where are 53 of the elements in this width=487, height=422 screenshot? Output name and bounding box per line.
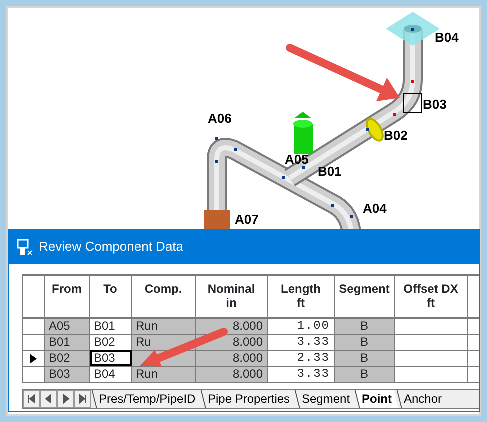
table-cell[interactable] [394,334,468,350]
last-arrow-icon [78,394,88,404]
table-cell[interactable]: B [334,318,394,334]
next-arrow-icon [60,394,70,404]
prev-tab-button[interactable] [40,390,57,408]
row-header[interactable] [22,350,44,366]
table-cell[interactable]: B03 [44,366,90,382]
table-cell[interactable]: B02 [44,350,90,366]
table-cell[interactable]: Run [132,366,196,382]
table-cell[interactable]: Run [132,318,196,334]
table-cell[interactable]: 8.000 [196,350,268,366]
table-cell[interactable]: B [334,366,394,382]
table-cell[interactable] [394,366,468,382]
table-cell[interactable]: 8.000 [196,366,268,382]
node-label: A06 [208,111,232,126]
table-cell[interactable] [394,318,468,334]
first-arrow-icon [26,394,36,404]
node-label: A05 [285,152,309,167]
column-header: Length ft [268,275,334,318]
table-cell[interactable]: B02 [90,334,132,350]
app-icon [17,238,33,256]
table-cell[interactable]: A05 [44,318,90,334]
table-cell[interactable]: B03 [90,350,132,366]
first-tab-button[interactable] [23,390,40,408]
table-cell[interactable]: B [334,334,394,350]
column-header: From [44,275,90,318]
column-header: Offset DX ft [394,275,468,318]
column-header: Comp. [132,275,196,318]
column-header: Nominal in [196,275,268,318]
node-label: A04 [363,201,387,216]
table-cell[interactable]: B01 [44,334,90,350]
last-tab-button[interactable] [74,390,91,408]
table-cell[interactable]: 3.33 [268,334,334,350]
table-cell[interactable]: B [334,350,394,366]
node-label: B03 [423,97,447,112]
node-label: A07 [235,212,259,227]
current-row-icon [30,354,37,364]
column-header: Segment [334,275,394,318]
table-cell[interactable]: B01 [90,318,132,334]
table-cell[interactable]: B04 [90,366,132,382]
table-cell[interactable]: 1.00 [268,318,334,334]
column-header: To [90,275,132,318]
table-cell[interactable]: 3.33 [268,366,334,382]
node-label: B02 [384,128,408,143]
table-cell[interactable]: 2.33 [268,350,334,366]
table-cell[interactable] [394,350,468,366]
sheet-tab[interactable]: Point [354,390,398,408]
corner-cell [22,275,44,318]
node-label: B01 [318,164,342,179]
prev-arrow-icon [44,394,54,404]
node-label: B04 [435,30,459,45]
window-title: Review Component Data [39,238,184,256]
next-tab-button[interactable] [57,390,74,408]
